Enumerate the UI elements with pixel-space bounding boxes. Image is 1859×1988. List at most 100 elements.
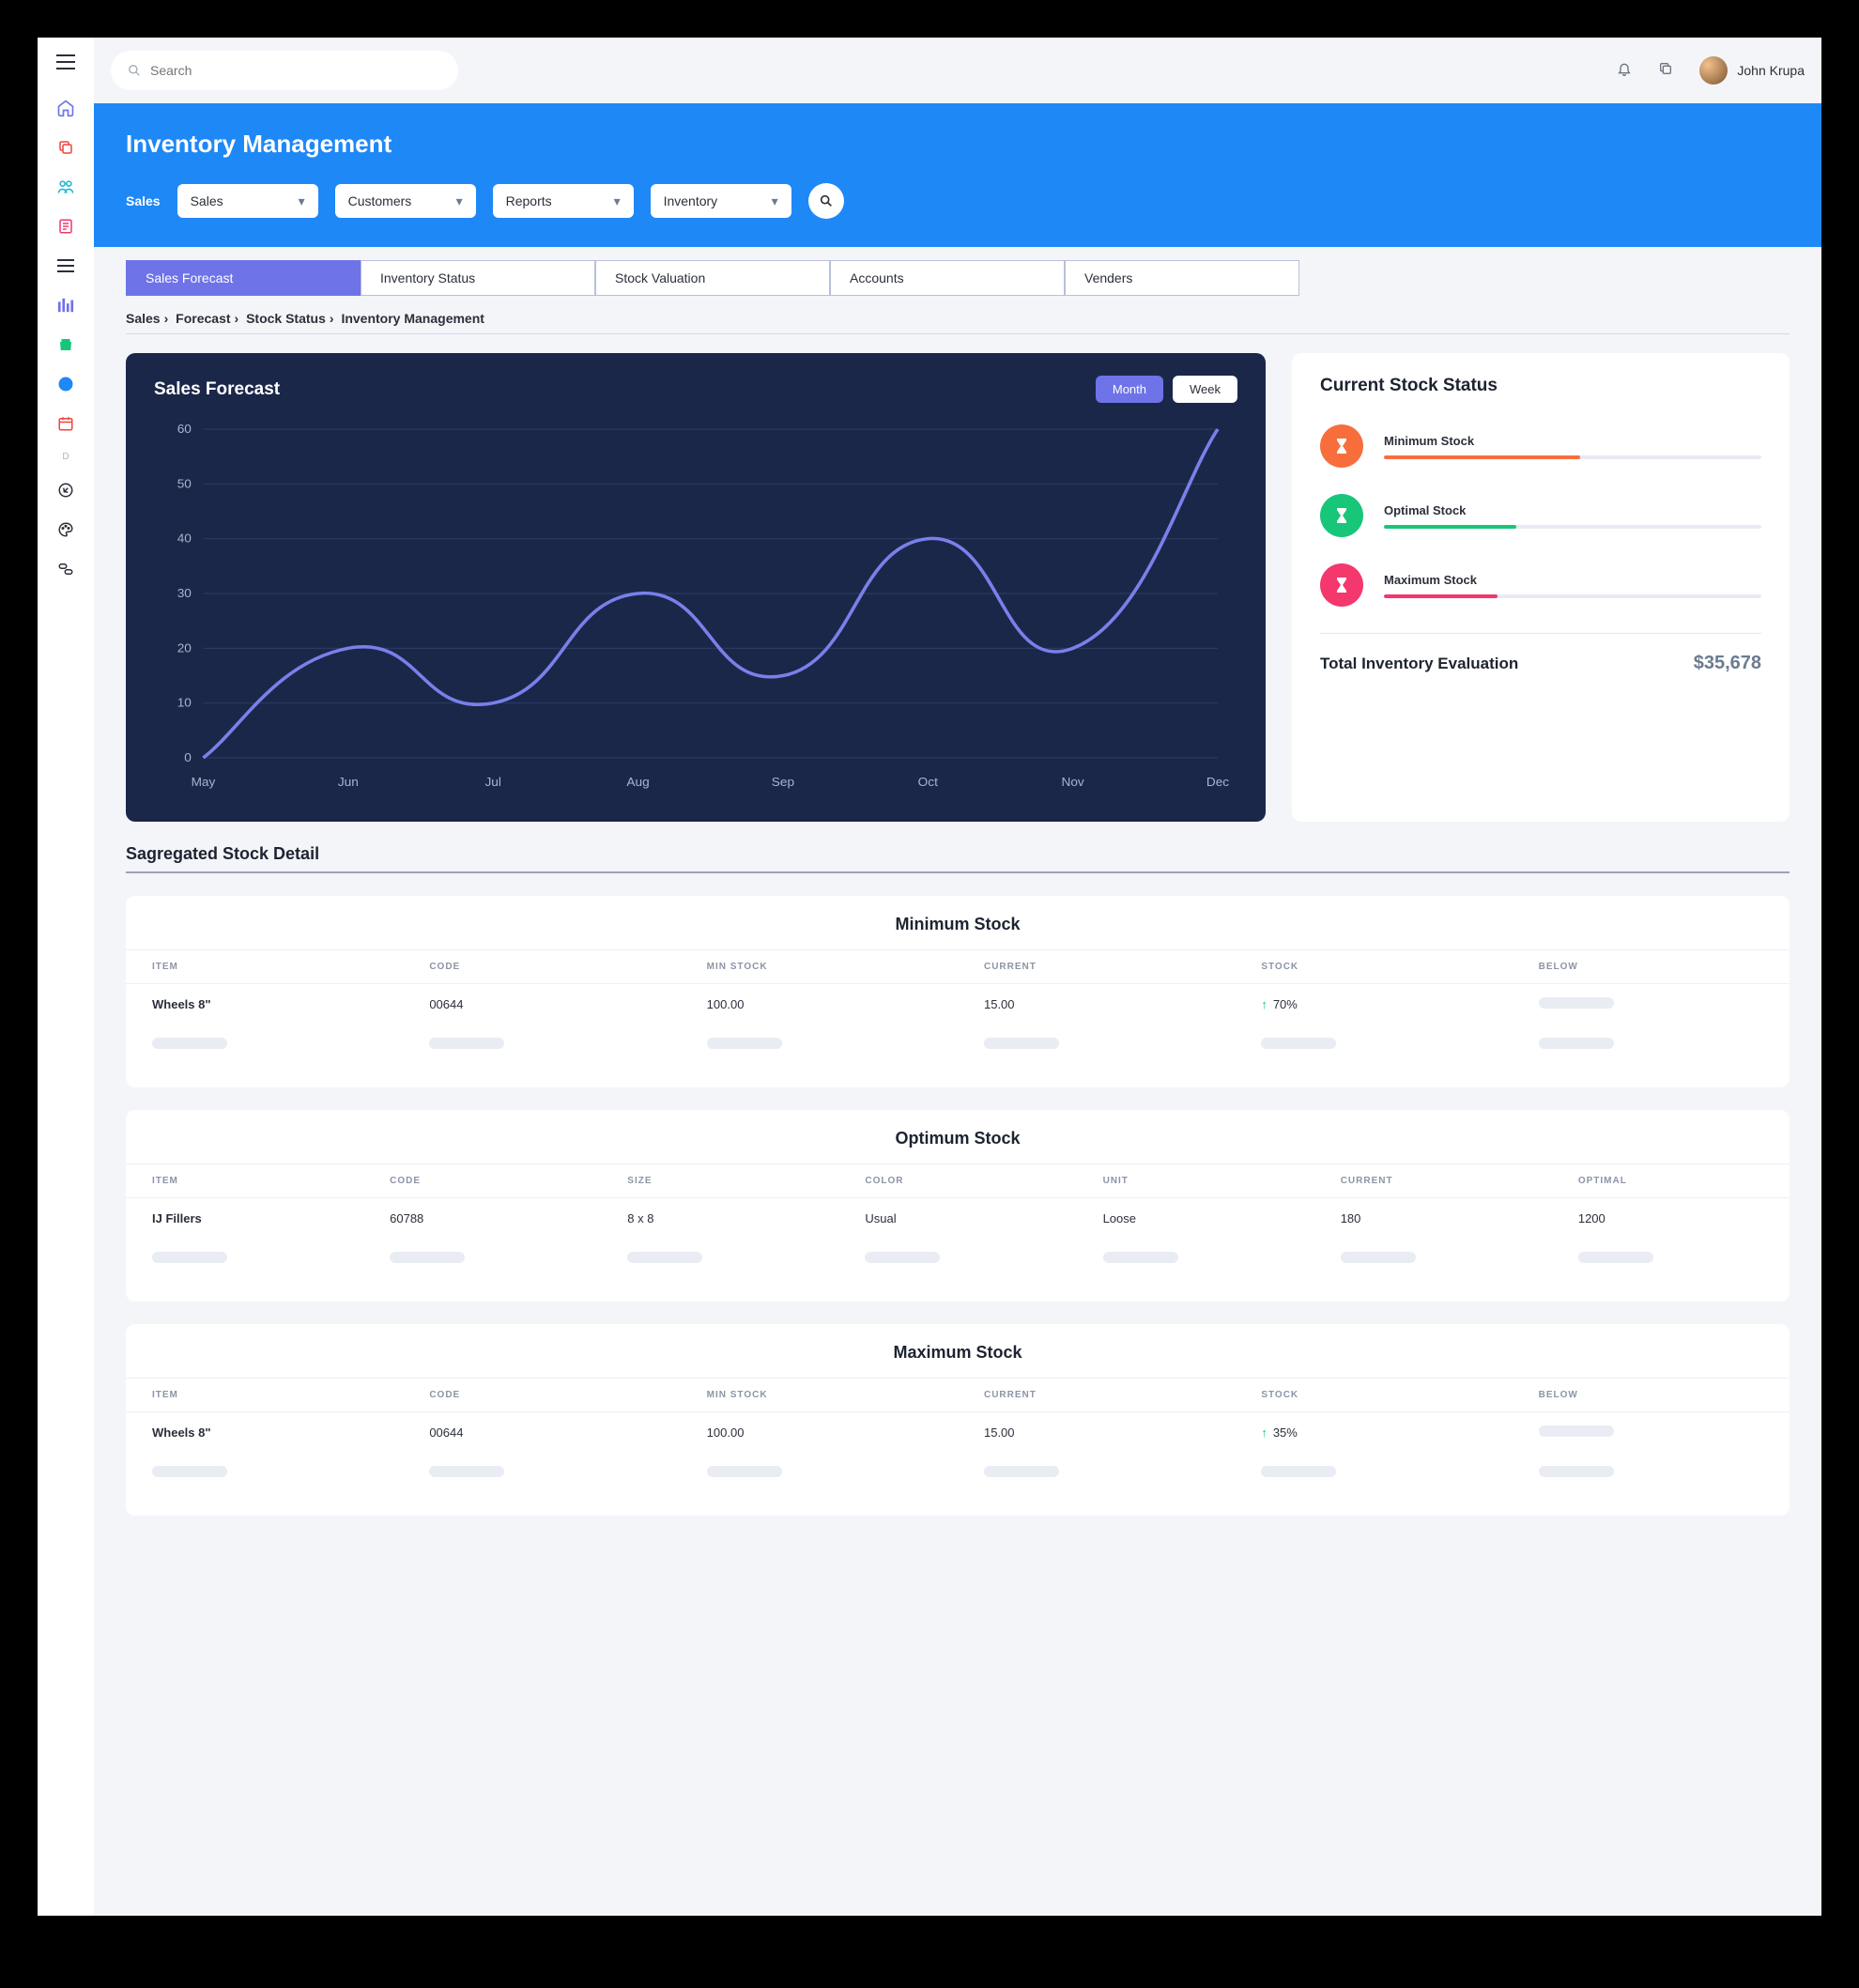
stock-bar-min	[1384, 455, 1761, 459]
table-row[interactable]: IJ Fillers 60788 8 x 8 Usual Loose 180 1…	[126, 1198, 1790, 1240]
nav-capsule-icon[interactable]	[49, 552, 83, 586]
skeleton-placeholder	[1539, 997, 1614, 1009]
nav-users-icon[interactable]	[49, 170, 83, 204]
chevron-down-icon: ▾	[614, 193, 621, 209]
nav-store-icon[interactable]	[49, 328, 83, 362]
table-title-opt: Optimum Stock	[126, 1129, 1790, 1148]
svg-text:30: 30	[177, 586, 192, 600]
svg-text:Oct: Oct	[918, 775, 939, 789]
toggle-week[interactable]: Week	[1173, 376, 1237, 403]
table-row	[126, 1025, 1790, 1065]
nav-rocket-icon[interactable]	[49, 473, 83, 507]
table-title-max: Maximum Stock	[126, 1343, 1790, 1363]
table-minimum-stock: Minimum Stock ITEM CODE MIN STOCK CURREN…	[126, 896, 1790, 1087]
tabs: Sales Forecast Inventory Status Stock Va…	[126, 260, 1790, 296]
select-sales[interactable]: Sales▾	[177, 184, 318, 218]
table-optimum-stock: Optimum Stock ITEMCODE SIZECOLOR UNITCUR…	[126, 1110, 1790, 1302]
table-row[interactable]: Wheels 8" 00644 100.00 15.00 ↑70%	[126, 984, 1790, 1025]
nav-palette-icon[interactable]	[49, 513, 83, 547]
svg-text:40: 40	[177, 532, 192, 546]
sales-forecast-card: Sales Forecast Month Week 0 10 20 30 40 50 60 M…	[126, 353, 1266, 822]
nav-bars-icon[interactable]	[49, 288, 83, 322]
chevron-down-icon: ▾	[772, 193, 778, 209]
search-icon	[128, 64, 141, 77]
filter-search-button[interactable]	[808, 183, 844, 219]
stock-label-min: Minimum Stock	[1384, 434, 1761, 448]
table-row	[126, 1453, 1790, 1493]
topbar: John Krupa	[94, 38, 1821, 103]
svg-text:May: May	[192, 775, 216, 789]
tab-sales-forecast[interactable]: Sales Forecast	[126, 260, 361, 296]
svg-text:0: 0	[184, 750, 192, 764]
menu-toggle-icon[interactable]	[56, 54, 75, 74]
svg-text:Aug: Aug	[626, 775, 649, 789]
stock-bar-opt	[1384, 525, 1761, 529]
tab-venders[interactable]: Venders	[1065, 260, 1299, 296]
crumb-sales[interactable]: Sales	[126, 311, 161, 326]
table-row[interactable]: Wheels 8" 00644 100.00 15.00 ↑35%	[126, 1412, 1790, 1454]
nav-home-icon[interactable]	[49, 91, 83, 125]
stock-status-title: Current Stock Status	[1320, 376, 1761, 396]
table-maximum-stock: Maximum Stock ITEMCODE MIN STOCKCURRENT …	[126, 1324, 1790, 1516]
stock-row-minimum: Minimum Stock	[1320, 424, 1761, 468]
svg-text:Sep: Sep	[772, 775, 794, 789]
search-box[interactable]	[111, 51, 458, 90]
chart-canvas: 0 10 20 30 40 50 60 May Jun Jul Aug Sep Oct Nov Dec	[154, 420, 1237, 795]
hourglass-icon	[1320, 424, 1363, 468]
nav-calendar-icon[interactable]	[49, 407, 83, 440]
sagregated-title: Sagregated Stock Detail	[126, 844, 1790, 873]
crumb-forecast[interactable]: Forecast	[176, 311, 230, 326]
table-row	[126, 1239, 1790, 1279]
nav-pie-icon[interactable]	[49, 367, 83, 401]
svg-text:20: 20	[177, 641, 192, 655]
sidebar-separator: D	[62, 452, 69, 462]
select-inventory[interactable]: Inventory▾	[651, 184, 791, 218]
stock-row-maximum: Maximum Stock	[1320, 563, 1761, 607]
total-inventory-label: Total Inventory Evaluation	[1320, 655, 1518, 673]
svg-text:10: 10	[177, 696, 192, 710]
svg-text:Dec: Dec	[1206, 775, 1230, 789]
crumb-inventory: Inventory Management	[341, 311, 484, 326]
svg-text:50: 50	[177, 477, 192, 491]
stock-bar-max	[1384, 594, 1761, 598]
user-menu[interactable]: John Krupa	[1699, 56, 1805, 85]
bell-icon[interactable]	[1617, 60, 1632, 82]
skeleton-placeholder	[1539, 1426, 1614, 1437]
search-input[interactable]	[150, 63, 441, 78]
crumb-stock-status[interactable]: Stock Status	[246, 311, 326, 326]
svg-text:Jun: Jun	[338, 775, 359, 789]
svg-text:Nov: Nov	[1062, 775, 1085, 789]
user-name: John Krupa	[1737, 63, 1805, 78]
stock-label-max: Maximum Stock	[1384, 573, 1761, 587]
toggle-month[interactable]: Month	[1096, 376, 1163, 403]
nav-copy-icon[interactable]	[49, 131, 83, 164]
sidebar: D	[38, 38, 94, 1916]
stock-status-card: Current Stock Status Minimum Stock Optim…	[1292, 353, 1790, 822]
tab-accounts[interactable]: Accounts	[830, 260, 1065, 296]
stock-row-optimal: Optimal Stock	[1320, 494, 1761, 537]
svg-text:Jul: Jul	[484, 775, 500, 789]
chevron-down-icon: ▾	[299, 193, 305, 209]
arrow-up-icon: ↑	[1261, 997, 1268, 1011]
svg-text:60: 60	[177, 422, 192, 436]
select-customers[interactable]: Customers▾	[335, 184, 476, 218]
breadcrumb: Sales› Forecast› Stock Status› Inventory…	[126, 296, 1790, 334]
copy-header-icon[interactable]	[1658, 61, 1673, 81]
nav-list-icon[interactable]	[49, 249, 83, 283]
chart-title: Sales Forecast	[154, 379, 280, 400]
avatar	[1699, 56, 1728, 85]
total-inventory-value: $35,678	[1694, 653, 1761, 674]
hourglass-icon	[1320, 494, 1363, 537]
tab-inventory-status[interactable]: Inventory Status	[361, 260, 595, 296]
tab-stock-valuation[interactable]: Stock Valuation	[595, 260, 830, 296]
arrow-up-icon: ↑	[1261, 1426, 1268, 1440]
page-header: Inventory Management Sales Sales▾ Custom…	[94, 103, 1821, 247]
nav-document-icon[interactable]	[49, 209, 83, 243]
table-title-min: Minimum Stock	[126, 915, 1790, 934]
stock-label-opt: Optimal Stock	[1384, 503, 1761, 517]
hourglass-icon	[1320, 563, 1363, 607]
filter-label: Sales	[126, 193, 161, 208]
select-reports[interactable]: Reports▾	[493, 184, 634, 218]
page-title: Inventory Management	[126, 130, 1790, 159]
chevron-down-icon: ▾	[456, 193, 463, 209]
